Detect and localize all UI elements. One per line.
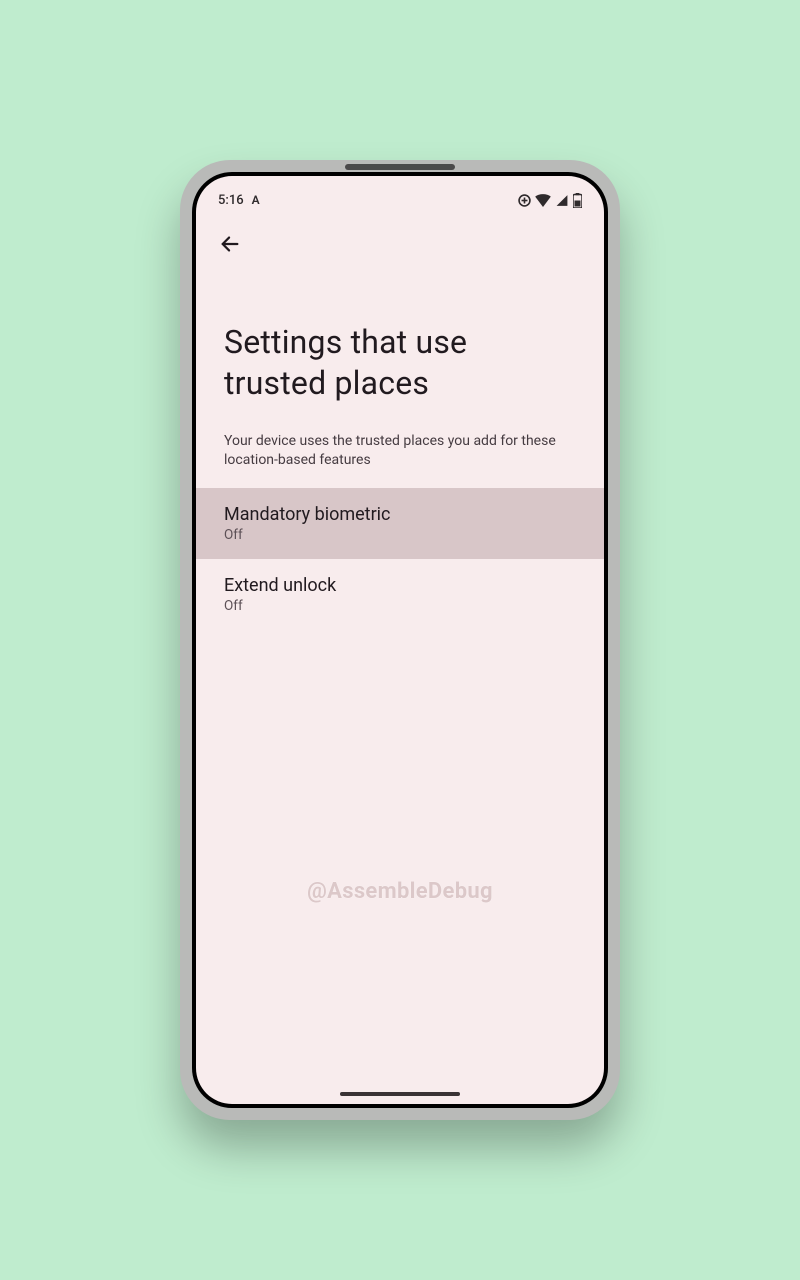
status-bar-left: 5:16 A (218, 193, 260, 208)
battery-icon (573, 193, 582, 208)
setting-item-status: Off (224, 527, 576, 543)
setting-item-title: Mandatory biometric (224, 504, 576, 525)
phone-device-frame: 5:16 A (180, 160, 620, 1120)
phone-screen: 5:16 A (196, 176, 604, 1104)
setting-item-mandatory-biometric[interactable]: Mandatory biometric Off (196, 488, 604, 559)
page-title: Settings that use trusted places (196, 264, 604, 404)
page-subtitle: Your device uses the trusted places you … (196, 404, 604, 488)
status-bar-right (518, 193, 582, 208)
signal-icon (555, 194, 569, 207)
gesture-nav-bar[interactable] (340, 1092, 460, 1096)
data-saver-icon (518, 194, 531, 207)
setting-item-extend-unlock[interactable]: Extend unlock Off (196, 559, 604, 630)
back-button[interactable] (212, 228, 248, 264)
setting-item-title: Extend unlock (224, 575, 576, 596)
phone-inner-frame: 5:16 A (192, 172, 608, 1108)
notification-icon: A (252, 193, 260, 207)
wifi-icon (535, 194, 551, 207)
setting-item-status: Off (224, 598, 576, 614)
app-bar (196, 212, 604, 264)
settings-content: Settings that use trusted places Your de… (196, 264, 604, 1104)
watermark-text: @AssembleDebug (196, 879, 604, 904)
status-time: 5:16 (218, 193, 244, 208)
back-arrow-icon (219, 233, 241, 259)
status-bar: 5:16 A (196, 176, 604, 212)
